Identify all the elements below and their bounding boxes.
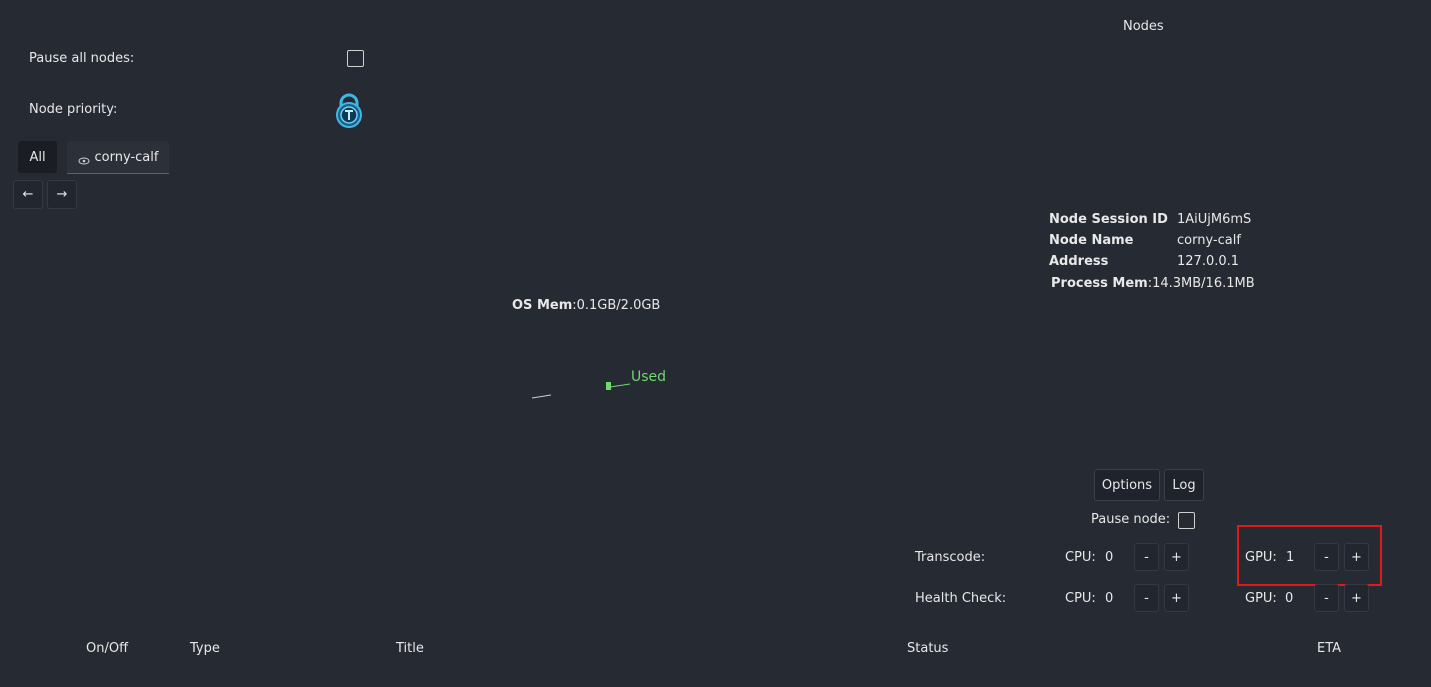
node-priority-label: Node priority: [29, 102, 118, 117]
next-button[interactable]: → [47, 180, 77, 209]
eye-icon [78, 154, 90, 165]
os-mem-value: :0.1GB/2.0GB [572, 298, 661, 313]
node-name-label: Node Name [1049, 233, 1134, 248]
plus-label: + [1351, 590, 1362, 606]
transcode-label: Transcode: [915, 550, 986, 565]
health-check-gpu-minus-button[interactable]: - [1314, 584, 1339, 612]
used-leader-line [609, 383, 631, 388]
prev-button[interactable]: ← [13, 180, 43, 209]
address-label: Address [1049, 254, 1109, 269]
column-header-on-off[interactable]: On/Off [86, 641, 128, 656]
column-header-type[interactable]: Type [190, 641, 220, 656]
tab-corny-calf[interactable]: corny-calf [67, 141, 169, 174]
transcode-cpu-minus-button[interactable]: - [1134, 543, 1159, 571]
page-title: Nodes [1123, 19, 1164, 34]
arrow-right-icon: → [56, 187, 68, 202]
minus-label: - [1144, 549, 1149, 565]
health-check-cpu-plus-button[interactable]: + [1164, 584, 1189, 612]
arrow-left-icon: ← [22, 187, 34, 202]
process-mem-label: Process Mem [1051, 276, 1148, 291]
process-mem: Process Mem:14.3MB/16.1MB [1051, 276, 1255, 291]
options-label: Options [1101, 477, 1153, 493]
transcode-cpu-label: CPU: [1065, 550, 1096, 565]
health-check-label: Health Check: [915, 591, 1007, 606]
chart-leader-line [531, 394, 552, 399]
used-slice [606, 382, 611, 390]
tab-all[interactable]: All [18, 141, 57, 173]
tab-all-label: All [29, 149, 46, 165]
minus-label: - [1144, 590, 1149, 606]
pause-node-checkbox[interactable] [1178, 512, 1195, 529]
plus-label: + [1171, 590, 1182, 606]
highlight-box [1237, 525, 1382, 586]
os-mem: OS Mem:0.1GB/2.0GB [512, 298, 660, 313]
pause-node-label: Pause node: [1091, 512, 1171, 527]
session-id-label: Node Session ID [1049, 212, 1168, 227]
node-name-value: corny-calf [1177, 233, 1241, 248]
priority-lock-icon[interactable] [333, 93, 365, 129]
transcode-cpu-plus-button[interactable]: + [1164, 543, 1189, 571]
health-check-cpu-value: 0 [1105, 591, 1114, 606]
health-check-cpu-minus-button[interactable]: - [1134, 584, 1159, 612]
minus-label: - [1324, 590, 1329, 606]
column-header-eta[interactable]: ETA [1317, 641, 1341, 656]
log-button[interactable]: Log [1164, 469, 1204, 501]
health-check-cpu-label: CPU: [1065, 591, 1096, 606]
address-value: 127.0.0.1 [1177, 254, 1240, 269]
os-mem-label: OS Mem [512, 298, 573, 313]
nodes-page: Nodes Pause all nodes: Node priority: Al… [0, 0, 1431, 687]
health-check-gpu-plus-button[interactable]: + [1344, 584, 1369, 612]
plus-label: + [1171, 549, 1182, 565]
health-check-gpu-label: GPU: [1245, 591, 1277, 606]
used-label: Used [631, 369, 667, 385]
column-header-title[interactable]: Title [396, 641, 424, 656]
health-check-gpu-value: 0 [1285, 591, 1294, 606]
os-mem-chart [531, 382, 631, 399]
tab-corny-calf-label: corny-calf [94, 149, 159, 165]
process-mem-value: :14.3MB/16.1MB [1147, 276, 1255, 291]
options-button[interactable]: Options [1094, 469, 1160, 501]
column-header-status[interactable]: Status [907, 641, 948, 656]
pause-all-label: Pause all nodes: [29, 51, 135, 66]
log-label: Log [1172, 477, 1196, 493]
session-id-value: 1AiUjM6mS [1177, 212, 1252, 227]
transcode-cpu-value: 0 [1105, 550, 1114, 565]
pause-all-checkbox[interactable] [347, 50, 364, 67]
